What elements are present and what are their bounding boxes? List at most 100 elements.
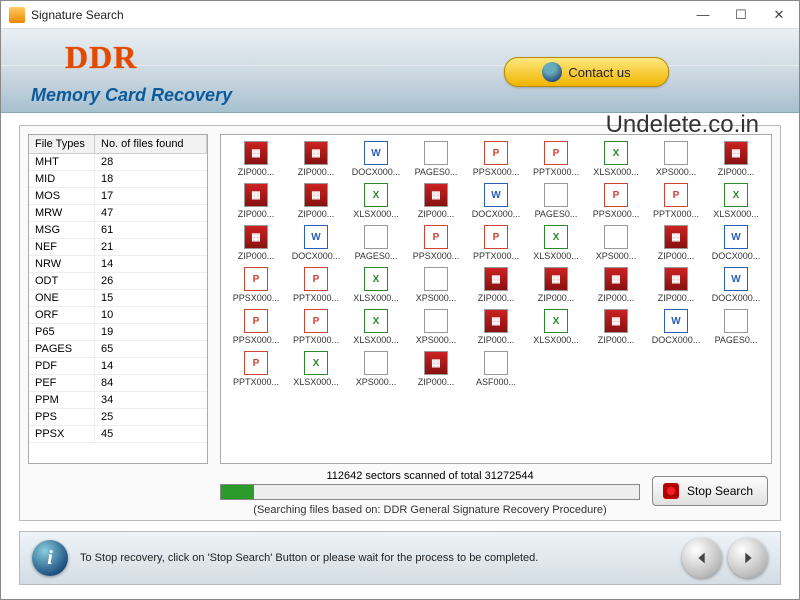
contact-button[interactable]: Contact us: [504, 57, 669, 87]
file-name: XPS000...: [416, 293, 457, 303]
file-item[interactable]: ▦ZIP000...: [227, 183, 285, 219]
file-icon-zip: ▦: [664, 267, 688, 291]
file-name: DOCX000...: [472, 209, 521, 219]
file-item[interactable]: ▦ZIP000...: [227, 141, 285, 177]
col-files-found[interactable]: No. of files found: [95, 135, 207, 153]
progress-fill: [221, 485, 254, 499]
file-item[interactable]: ▦ZIP000...: [647, 225, 705, 261]
file-item[interactable]: WDOCX000...: [707, 225, 765, 261]
file-item[interactable]: PAGES0...: [527, 183, 585, 219]
contact-icon: [542, 62, 562, 82]
file-item[interactable]: ▦ZIP000...: [407, 351, 465, 387]
table-row[interactable]: ODT26: [29, 273, 207, 290]
file-icon-doc: W: [664, 309, 688, 333]
file-item[interactable]: ASF000...: [467, 351, 525, 387]
stop-search-button[interactable]: Stop Search: [652, 476, 768, 506]
file-item[interactable]: PPPTX000...: [227, 351, 285, 387]
file-item[interactable]: ▦ZIP000...: [287, 183, 345, 219]
file-item[interactable]: PPPTX000...: [647, 183, 705, 219]
table-row[interactable]: MHT28: [29, 154, 207, 171]
file-name: XPS000...: [416, 335, 457, 345]
cell-type: NRW: [29, 256, 95, 272]
cell-type: PEF: [29, 375, 95, 391]
file-item[interactable]: PAGES0...: [407, 141, 465, 177]
table-row[interactable]: PPS25: [29, 409, 207, 426]
cell-count: 25: [95, 409, 207, 425]
file-item[interactable]: PPPSX000...: [227, 309, 285, 345]
cell-count: 28: [95, 154, 207, 170]
file-item[interactable]: ▦ZIP000...: [527, 267, 585, 303]
file-item[interactable]: XXLSX000...: [347, 267, 405, 303]
file-item[interactable]: XXLSX000...: [347, 183, 405, 219]
file-item[interactable]: WDOCX000...: [287, 225, 345, 261]
table-row[interactable]: MOS17: [29, 188, 207, 205]
table-row[interactable]: PDF14: [29, 358, 207, 375]
table-row[interactable]: PEF84: [29, 375, 207, 392]
file-item[interactable]: PPPTX000...: [287, 267, 345, 303]
file-item[interactable]: XPS000...: [347, 351, 405, 387]
minimize-button[interactable]: —: [691, 5, 715, 25]
close-button[interactable]: ✕: [767, 5, 791, 25]
file-types-table: File Types No. of files found MHT28MID18…: [28, 134, 208, 464]
back-button[interactable]: [682, 538, 722, 578]
file-item[interactable]: XXLSX000...: [587, 141, 645, 177]
file-item[interactable]: PPPTX000...: [467, 225, 525, 261]
file-item[interactable]: XPS000...: [647, 141, 705, 177]
table-row[interactable]: PPM34: [29, 392, 207, 409]
table-row[interactable]: ORF10: [29, 307, 207, 324]
file-name: PPSX000...: [473, 167, 520, 177]
table-row[interactable]: P6519: [29, 324, 207, 341]
forward-button[interactable]: [728, 538, 768, 578]
file-item[interactable]: WDOCX000...: [467, 183, 525, 219]
maximize-button[interactable]: ☐: [729, 5, 753, 25]
file-item[interactable]: ▦ZIP000...: [467, 309, 525, 345]
file-item[interactable]: XXLSX000...: [707, 183, 765, 219]
file-item[interactable]: PPPSX000...: [587, 183, 645, 219]
table-row[interactable]: PPSX45: [29, 426, 207, 443]
cell-count: 15: [95, 290, 207, 306]
file-icon-blank: [544, 183, 568, 207]
file-name: PPTX000...: [293, 293, 339, 303]
file-item[interactable]: PPPSX000...: [407, 225, 465, 261]
file-item[interactable]: PAGES0...: [347, 225, 405, 261]
file-item[interactable]: ▦ZIP000...: [467, 267, 525, 303]
files-pane[interactable]: ▦ZIP000...▦ZIP000...WDOCX000...PAGES0...…: [220, 134, 772, 464]
titlebar: Signature Search — ☐ ✕: [1, 1, 799, 29]
table-row[interactable]: NEF21: [29, 239, 207, 256]
file-item[interactable]: ▦ZIP000...: [227, 225, 285, 261]
file-item[interactable]: WDOCX000...: [647, 309, 705, 345]
file-item[interactable]: XXLSX000...: [527, 225, 585, 261]
cell-type: PPS: [29, 409, 95, 425]
file-item[interactable]: PAGES0...: [707, 309, 765, 345]
file-item[interactable]: ▦ZIP000...: [407, 183, 465, 219]
table-row[interactable]: ONE15: [29, 290, 207, 307]
file-item[interactable]: XPS000...: [407, 267, 465, 303]
file-item[interactable]: PPPSX000...: [467, 141, 525, 177]
table-row[interactable]: MRW47: [29, 205, 207, 222]
file-icon-blank: [724, 309, 748, 333]
table-row[interactable]: NRW14: [29, 256, 207, 273]
file-item[interactable]: PPPTX000...: [287, 309, 345, 345]
file-item[interactable]: WDOCX000...: [707, 267, 765, 303]
file-item[interactable]: XPS000...: [587, 225, 645, 261]
file-item[interactable]: XXLSX000...: [287, 351, 345, 387]
file-item[interactable]: ▦ZIP000...: [587, 267, 645, 303]
file-name: ZIP000...: [418, 377, 455, 387]
cell-count: 26: [95, 273, 207, 289]
file-name: PPTX000...: [653, 209, 699, 219]
file-item[interactable]: XPS000...: [407, 309, 465, 345]
file-item[interactable]: PPPSX000...: [227, 267, 285, 303]
table-row[interactable]: PAGES65: [29, 341, 207, 358]
file-item[interactable]: ▦ZIP000...: [587, 309, 645, 345]
file-types-body[interactable]: MHT28MID18MOS17MRW47MSG61NEF21NRW14ODT26…: [29, 154, 207, 460]
file-item[interactable]: XXLSX000...: [347, 309, 405, 345]
file-item[interactable]: PPPTX000...: [527, 141, 585, 177]
file-item[interactable]: XXLSX000...: [527, 309, 585, 345]
file-item[interactable]: ▦ZIP000...: [647, 267, 705, 303]
table-row[interactable]: MSG61: [29, 222, 207, 239]
file-item[interactable]: ▦ZIP000...: [287, 141, 345, 177]
file-item[interactable]: WDOCX000...: [347, 141, 405, 177]
table-row[interactable]: MID18: [29, 171, 207, 188]
col-file-types[interactable]: File Types: [29, 135, 95, 153]
file-item[interactable]: ▦ZIP000...: [707, 141, 765, 177]
